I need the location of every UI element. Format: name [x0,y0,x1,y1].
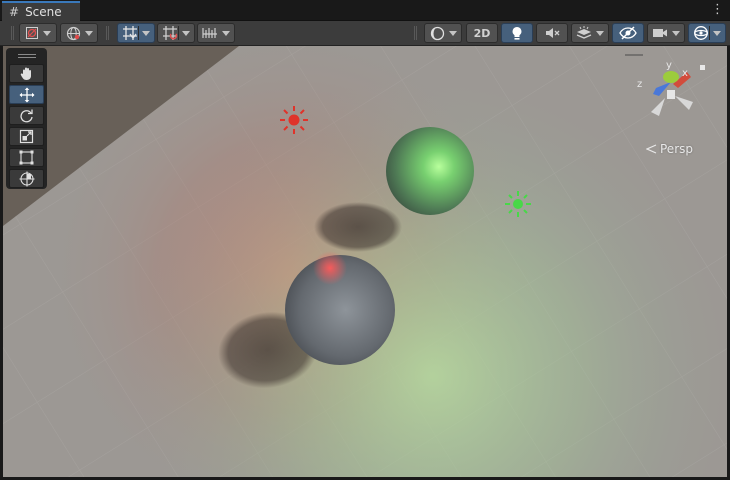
scene-visibility-toggle[interactable] [612,23,644,43]
2d-label: 2D [473,26,491,40]
ruler-dropdown[interactable] [197,23,235,43]
hand-icon [20,67,31,80]
scene-toolbar: 2D [0,21,730,46]
toolbar-grip[interactable] [106,26,109,40]
lighting-toggle[interactable] [501,23,533,43]
gizmos-globe-icon [694,26,708,40]
projection-label: Persp [660,142,693,156]
scene-tab-label: Scene [25,5,62,19]
divider [709,26,710,40]
tools-overlay [6,48,47,189]
move-tool[interactable] [9,85,44,104]
shading-sphere-icon [430,26,444,40]
projection-toggle[interactable]: Persp [646,142,693,156]
chevron-down-icon [672,30,680,36]
gizmo-y-axis[interactable] [663,71,679,83]
chevron-down-icon [713,30,721,36]
gizmo-center-cube[interactable] [667,90,675,99]
gizmo-lock-icon[interactable] [700,65,705,70]
gizmo-y-label: y [666,60,672,71]
globe-icon [66,26,80,40]
tab-bar: # Scene ⋮ [0,0,730,21]
draw-mode-icon [26,27,38,39]
effects-layers-icon [576,25,592,39]
scale-icon [19,129,34,144]
2d-mode-toggle[interactable]: 2D [466,23,498,43]
transform-tool[interactable] [9,169,44,188]
chevron-down-icon [596,30,604,36]
chevron-down-icon [43,30,51,36]
perspective-icon [646,144,657,154]
gizmo-z-label: z [637,79,642,90]
toolbar-grip[interactable] [414,26,417,40]
red-point-light[interactable] [280,106,308,134]
green-lit-sphere[interactable] [386,127,474,215]
divider [138,26,139,40]
toolbar-grip-left[interactable] [11,26,14,40]
rect-transform-icon [19,150,34,165]
green-sphere-shadow [314,202,402,252]
hidden-eye-icon [619,26,637,40]
chevron-down-icon [142,30,150,36]
grid-icon: # [9,5,20,19]
ruler-icon [202,28,217,38]
overlay-drag-handle[interactable] [9,50,44,62]
grid-snapping-icon [123,26,137,40]
gizmo-x-label: x [682,68,688,79]
grid-snapping-toggle[interactable] [117,23,155,43]
rect-tool[interactable] [9,148,44,167]
more-options-icon[interactable]: ⋮ [711,3,724,17]
effects-dropdown[interactable] [571,23,609,43]
camera-icon [653,29,667,37]
lightbulb-icon [512,26,522,40]
rotate-tool[interactable] [9,106,44,125]
shading-mode-dropdown[interactable] [424,23,462,43]
rotate-icon [20,109,33,123]
transform-icon [19,171,34,186]
red-specular-highlight [313,251,347,285]
scene-tab[interactable]: # Scene [2,1,80,21]
gizmos-dropdown[interactable] [688,23,726,43]
divider [178,26,179,40]
scale-tool[interactable] [9,127,44,146]
audio-mute-icon [546,28,560,38]
chevron-down-icon [84,30,93,36]
move-arrows-icon [19,87,34,102]
increment-snap-dropdown[interactable] [157,23,195,43]
chevron-down-icon [448,30,457,36]
chevron-down-icon [222,30,230,36]
scene-viewport[interactable]: y x z [3,46,727,477]
camera-settings-dropdown[interactable] [647,23,685,43]
draw-mode-dropdown[interactable] [19,23,57,43]
global-local-dropdown[interactable] [60,23,98,43]
view-tool-hand[interactable] [9,64,44,83]
audio-toggle[interactable] [536,23,568,43]
scene-view-canvas[interactable]: y x z [3,46,727,477]
chevron-down-icon [182,30,190,36]
increment-snap-icon [163,26,178,40]
